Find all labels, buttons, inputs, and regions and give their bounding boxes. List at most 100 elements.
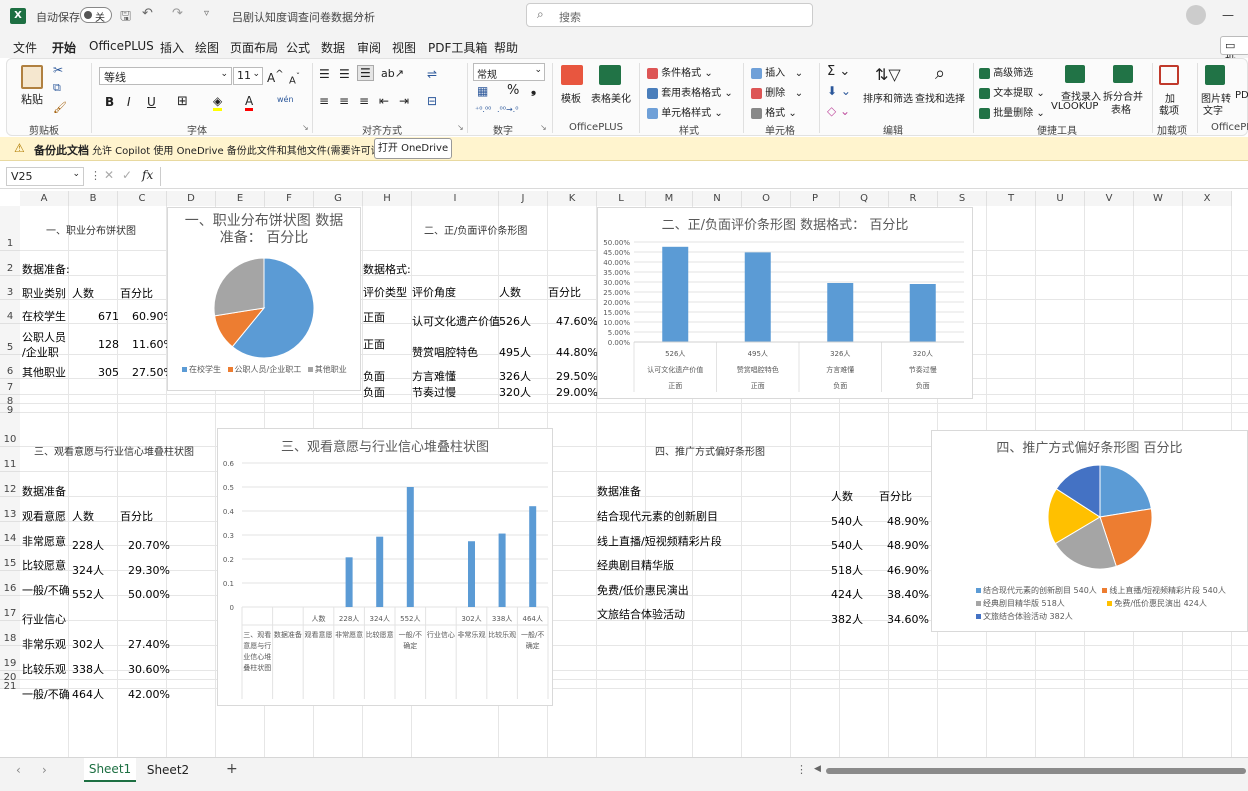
- conditional-format-button[interactable]: 条件格式: [661, 68, 701, 79]
- column-header-l[interactable]: L: [597, 191, 646, 206]
- row-header-1[interactable]: 1: [0, 206, 20, 251]
- cell-i4[interactable]: 认可文化遗产价值: [412, 315, 500, 328]
- row-header-6[interactable]: 6: [0, 355, 20, 379]
- row-header-8[interactable]: 8: [0, 395, 20, 407]
- cell-k4[interactable]: 47.60%: [556, 315, 598, 328]
- cell-k6[interactable]: 29.50%: [556, 370, 598, 383]
- cell-l13[interactable]: 线上直播/短视频精彩片段: [597, 535, 722, 548]
- cell-j5[interactable]: 495人: [499, 346, 531, 359]
- cell-a1[interactable]: 一、职业分布饼状图: [46, 225, 136, 238]
- more-icon[interactable]: ⋮: [90, 169, 101, 182]
- row-header-4[interactable]: 4: [0, 300, 20, 324]
- menu-pdf-toolbox[interactable]: PDF工具箱: [428, 39, 487, 56]
- cell-a10[interactable]: 三、观看意愿与行业信心堆叠柱状图: [34, 446, 194, 459]
- column-header-m[interactable]: M: [646, 191, 693, 206]
- comma-icon[interactable]: ❟: [531, 82, 536, 97]
- cell-l10[interactable]: 四、推广方式偏好条形图: [655, 446, 765, 459]
- cell-a13[interactable]: 非常愿意: [22, 535, 66, 548]
- percent-icon[interactable]: %: [507, 83, 519, 98]
- format-cells-button[interactable]: 格式: [765, 108, 785, 119]
- enter-icon[interactable]: ✓: [122, 168, 132, 182]
- find-icon[interactable]: ⌕: [935, 63, 945, 84]
- batch-delete-button[interactable]: 批量删除: [993, 108, 1033, 119]
- cell-j6[interactable]: 326人: [499, 370, 531, 383]
- paste-icon[interactable]: [21, 65, 43, 89]
- column-header-r[interactable]: R: [889, 191, 938, 206]
- fill-icon[interactable]: ⬇ ⌄: [827, 84, 851, 98]
- cell-l15[interactable]: 免费/低价惠民演出: [597, 584, 689, 597]
- cell-p11[interactable]: 人数: [831, 490, 853, 503]
- cell-a3[interactable]: 职业类别: [22, 287, 66, 300]
- number-format-select[interactable]: 常规 ⌄: [473, 63, 545, 81]
- row-header-7[interactable]: 7: [0, 379, 20, 395]
- row-header-10[interactable]: 10: [0, 413, 20, 447]
- undo-icon[interactable]: ↶: [142, 6, 153, 21]
- cell-q16[interactable]: 34.60%: [887, 613, 929, 626]
- row-header-15[interactable]: 15: [0, 546, 20, 571]
- cell-a18[interactable]: 比较乐观: [22, 663, 66, 676]
- redo-icon[interactable]: ↷: [172, 6, 183, 21]
- border-icon[interactable]: ⊞: [177, 94, 188, 109]
- cell-a5-line1[interactable]: 公职人员: [22, 331, 66, 344]
- cell-i3[interactable]: 评价角度: [412, 286, 456, 299]
- template-icon[interactable]: [561, 65, 583, 85]
- cell-a5-line2[interactable]: /企业职: [22, 346, 59, 359]
- cell-q12[interactable]: 48.90%: [887, 515, 929, 528]
- cell-q11[interactable]: 百分比: [879, 490, 912, 503]
- split-handle-icon[interactable]: ⋮: [796, 763, 807, 776]
- row-header-9[interactable]: 9: [0, 404, 20, 416]
- cell-c15[interactable]: 50.00%: [128, 588, 170, 601]
- cell-q14[interactable]: 46.90%: [887, 564, 929, 577]
- format-painter-icon[interactable]: 🖌: [53, 101, 67, 114]
- fill-color-icon[interactable]: ◈: [213, 94, 223, 111]
- cell-i7[interactable]: 节奏过慢: [412, 386, 456, 399]
- tab-sheet2[interactable]: Sheet2: [142, 758, 194, 782]
- formula-input[interactable]: [160, 167, 1248, 186]
- cell-i6[interactable]: 方言难懂: [412, 370, 456, 383]
- paste-label[interactable]: 粘贴: [21, 91, 43, 107]
- cell-a14[interactable]: 比较愿意: [22, 559, 66, 572]
- insert-function-icon[interactable]: fx: [142, 168, 153, 182]
- cell-k7[interactable]: 29.00%: [556, 386, 598, 399]
- cell-a2[interactable]: 数据准备:: [22, 263, 70, 276]
- cell-c13[interactable]: 20.70%: [128, 539, 170, 552]
- cell-c17[interactable]: 27.40%: [128, 638, 170, 651]
- avatar-icon[interactable]: [1186, 5, 1206, 25]
- column-header-a[interactable]: A: [20, 191, 69, 206]
- scroll-left-icon[interactable]: ◀: [814, 764, 821, 774]
- addins-icon[interactable]: [1159, 65, 1179, 85]
- pdf-button[interactable]: PDF: [1235, 90, 1248, 101]
- next-sheet-icon[interactable]: ›: [42, 763, 47, 777]
- chart-occupation-pie[interactable]: 一、职业分布饼状图 数据 准备： 百分比 在校学生 公职人员/企业职工 其他职业: [167, 207, 361, 391]
- advanced-filter-button[interactable]: 高级筛选: [993, 68, 1033, 79]
- cell-b6[interactable]: 305: [98, 366, 119, 379]
- chart-evaluation-bar[interactable]: 二、正/负面评价条形图 数据格式： 百分比 50.00% 45.00% 40.00%…: [597, 207, 973, 399]
- cell-h5[interactable]: 正面: [363, 338, 385, 351]
- cell-c12[interactable]: 百分比: [120, 510, 153, 523]
- cell-h3[interactable]: 评价类型: [363, 286, 407, 299]
- autosave-toggle[interactable]: 关: [80, 7, 112, 24]
- row-header-12[interactable]: 12: [0, 472, 20, 497]
- align-bottom-icon[interactable]: ☰: [357, 65, 374, 81]
- menu-draw[interactable]: 绘图: [195, 39, 219, 56]
- font-color-icon[interactable]: A: [245, 94, 254, 111]
- row-header-2[interactable]: 2: [0, 251, 20, 276]
- cell-p16[interactable]: 382人: [831, 613, 863, 626]
- cell-j4[interactable]: 526人: [499, 315, 531, 328]
- table-beautify-icon[interactable]: [599, 65, 621, 85]
- align-right-icon[interactable]: ≡: [359, 94, 369, 108]
- cell-j3[interactable]: 人数: [499, 286, 521, 299]
- column-header-i[interactable]: I: [412, 191, 499, 206]
- column-header-o[interactable]: O: [742, 191, 791, 206]
- cell-b14[interactable]: 324人: [72, 564, 104, 577]
- row-header-21[interactable]: 21: [0, 680, 20, 692]
- column-header-x[interactable]: X: [1183, 191, 1232, 206]
- cell-a16[interactable]: 行业信心: [22, 613, 66, 626]
- autosum-icon[interactable]: Σ ⌄: [827, 64, 850, 79]
- column-header-v[interactable]: V: [1085, 191, 1134, 206]
- wrap-text-icon[interactable]: ⇌: [427, 67, 437, 81]
- column-header-q[interactable]: Q: [840, 191, 889, 206]
- cell-b3[interactable]: 人数: [72, 287, 94, 300]
- split-merge-icon[interactable]: [1113, 65, 1133, 83]
- cell-h6[interactable]: 负面: [363, 370, 385, 383]
